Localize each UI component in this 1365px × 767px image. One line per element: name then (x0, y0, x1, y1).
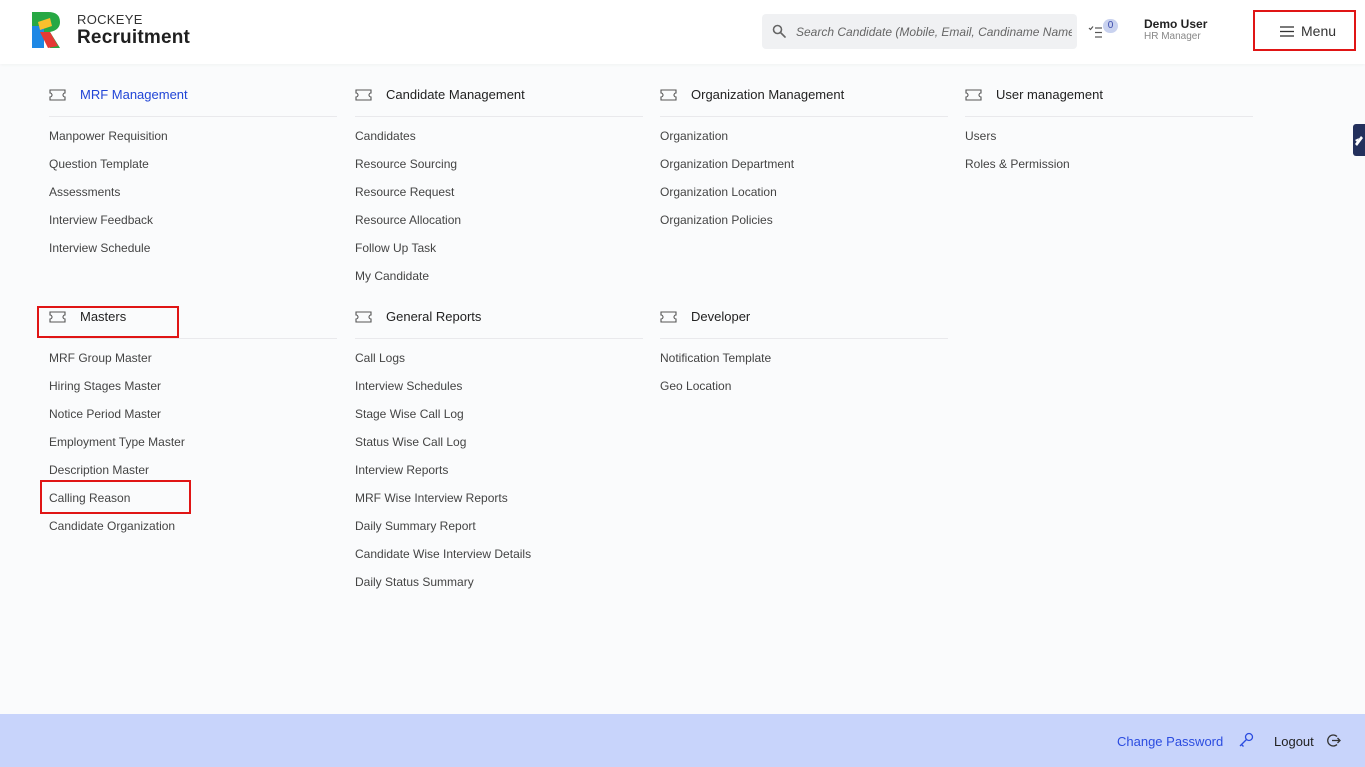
section-header[interactable]: Masters (49, 303, 337, 339)
section-title: Organization Management (691, 87, 845, 102)
section-title: Developer (691, 309, 751, 324)
menu-item-hiring-stages-master[interactable]: Hiring Stages Master (49, 377, 337, 405)
ticket-icon (49, 89, 66, 101)
section-header[interactable]: Developer (660, 303, 948, 339)
logout-link[interactable]: Logout (1274, 734, 1314, 749)
ticket-icon (355, 311, 372, 323)
brand-line1: ROCKEYE (77, 12, 143, 27)
menu-item-resource-sourcing[interactable]: Resource Sourcing (355, 155, 643, 183)
footer-bar: Change Password Logout (0, 714, 1365, 767)
section-title: General Reports (386, 309, 482, 324)
menu-item-status-wise-call-log[interactable]: Status Wise Call Log (355, 433, 643, 461)
menu-item-call-logs[interactable]: Call Logs (355, 349, 643, 377)
section-developer: Developer Notification Template Geo Loca… (660, 303, 948, 405)
section-user-management: User management Users Roles & Permission (965, 81, 1253, 183)
menu-item-candidate-wise-interview-details[interactable]: Candidate Wise Interview Details (355, 545, 643, 573)
menu-list: Call Logs Interview Schedules Stage Wise… (355, 349, 643, 601)
menu-list: Notification Template Geo Location (660, 349, 948, 405)
menu-item-stage-wise-call-log[interactable]: Stage Wise Call Log (355, 405, 643, 433)
ticket-icon (965, 89, 982, 101)
menu-button[interactable]: Menu (1253, 10, 1356, 51)
brand-name: ROCKEYE Recruitment (77, 13, 190, 47)
top-header: ROCKEYE Recruitment 0 Demo User HR Manag… (0, 0, 1365, 64)
section-header[interactable]: Candidate Management (355, 81, 643, 117)
section-mrf-management: MRF Management Manpower Requisition Ques… (49, 81, 337, 267)
menu-item-geo-location[interactable]: Geo Location (660, 377, 948, 405)
menu-item-my-candidate[interactable]: My Candidate (355, 267, 643, 295)
menu-item-interview-schedule[interactable]: Interview Schedule (49, 239, 337, 267)
search-input[interactable] (796, 14, 1072, 49)
section-title: User management (996, 87, 1103, 102)
section-candidate-management: Candidate Management Candidates Resource… (355, 81, 643, 295)
menu-item-daily-status-summary[interactable]: Daily Status Summary (355, 573, 643, 601)
change-password-link[interactable]: Change Password (1117, 734, 1223, 749)
section-header[interactable]: General Reports (355, 303, 643, 339)
ticket-icon (660, 311, 677, 323)
menu-list: Organization Organization Department Org… (660, 127, 948, 239)
menu-list: Candidates Resource Sourcing Resource Re… (355, 127, 643, 295)
logout-icon[interactable] (1326, 733, 1341, 748)
menu-item-organization-location[interactable]: Organization Location (660, 183, 948, 211)
task-list-icon (1088, 26, 1102, 38)
menu-item-calling-reason[interactable]: Calling Reason (49, 489, 337, 517)
menu-item-mrf-wise-interview-reports[interactable]: MRF Wise Interview Reports (355, 489, 643, 517)
section-title: MRF Management (80, 87, 188, 102)
menu-item-users[interactable]: Users (965, 127, 1253, 155)
menu-list: Users Roles & Permission (965, 127, 1253, 183)
menu-item-interview-schedules[interactable]: Interview Schedules (355, 377, 643, 405)
menu-item-daily-summary-report[interactable]: Daily Summary Report (355, 517, 643, 545)
menu-item-resource-request[interactable]: Resource Request (355, 183, 643, 211)
menu-item-notification-template[interactable]: Notification Template (660, 349, 948, 377)
ticket-icon (49, 311, 66, 323)
menu-item-resource-allocation[interactable]: Resource Allocation (355, 211, 643, 239)
menu-item-interview-feedback[interactable]: Interview Feedback (49, 211, 337, 239)
menu-label: Menu (1301, 23, 1337, 39)
section-header[interactable]: User management (965, 81, 1253, 117)
section-masters: Masters MRF Group Master Hiring Stages M… (49, 303, 337, 545)
task-count-badge: 0 (1103, 19, 1118, 33)
menu-item-interview-reports[interactable]: Interview Reports (355, 461, 643, 489)
user-name: Demo User (1144, 17, 1208, 31)
section-header[interactable]: MRF Management (49, 81, 337, 117)
menu-item-description-master[interactable]: Description Master (49, 461, 337, 489)
rocket-icon (1355, 136, 1363, 146)
ticket-icon (660, 89, 677, 101)
candidate-search[interactable] (762, 14, 1077, 49)
section-title: Masters (80, 309, 127, 324)
section-general-reports: General Reports Call Logs Interview Sche… (355, 303, 643, 601)
menu-item-organization-policies[interactable]: Organization Policies (660, 211, 948, 239)
menu-item-candidates[interactable]: Candidates (355, 127, 643, 155)
section-organization-management: Organization Management Organization Org… (660, 81, 948, 239)
menu-item-employment-type-master[interactable]: Employment Type Master (49, 433, 337, 461)
user-role: HR Manager (1144, 31, 1201, 42)
menu-item-manpower-requisition[interactable]: Manpower Requisition (49, 127, 337, 155)
brand-line2: Recruitment (77, 27, 191, 48)
menu-item-mrf-group-master[interactable]: MRF Group Master (49, 349, 337, 377)
user-profile[interactable]: Demo User HR Manager (1144, 18, 1207, 42)
menu-item-assessments[interactable]: Assessments (49, 183, 337, 211)
menu-list: Manpower Requisition Question Template A… (49, 127, 337, 267)
side-panel-tab[interactable] (1353, 124, 1365, 156)
task-notifications[interactable]: 0 (1088, 19, 1118, 42)
key-icon[interactable] (1238, 732, 1254, 748)
menu-item-question-template[interactable]: Question Template (49, 155, 337, 183)
hamburger-icon (1280, 26, 1294, 37)
menu-item-candidate-organization[interactable]: Candidate Organization (49, 517, 337, 545)
section-title: Candidate Management (386, 87, 525, 102)
rockeye-logo[interactable] (28, 10, 64, 50)
search-icon (772, 24, 786, 38)
section-header[interactable]: Organization Management (660, 81, 948, 117)
menu-item-roles-permission[interactable]: Roles & Permission (965, 155, 1253, 183)
ticket-icon (355, 89, 372, 101)
menu-item-organization-department[interactable]: Organization Department (660, 155, 948, 183)
menu-item-follow-up-task[interactable]: Follow Up Task (355, 239, 643, 267)
menu-item-notice-period-master[interactable]: Notice Period Master (49, 405, 337, 433)
menu-list: MRF Group Master Hiring Stages Master No… (49, 349, 337, 545)
menu-item-organization[interactable]: Organization (660, 127, 948, 155)
